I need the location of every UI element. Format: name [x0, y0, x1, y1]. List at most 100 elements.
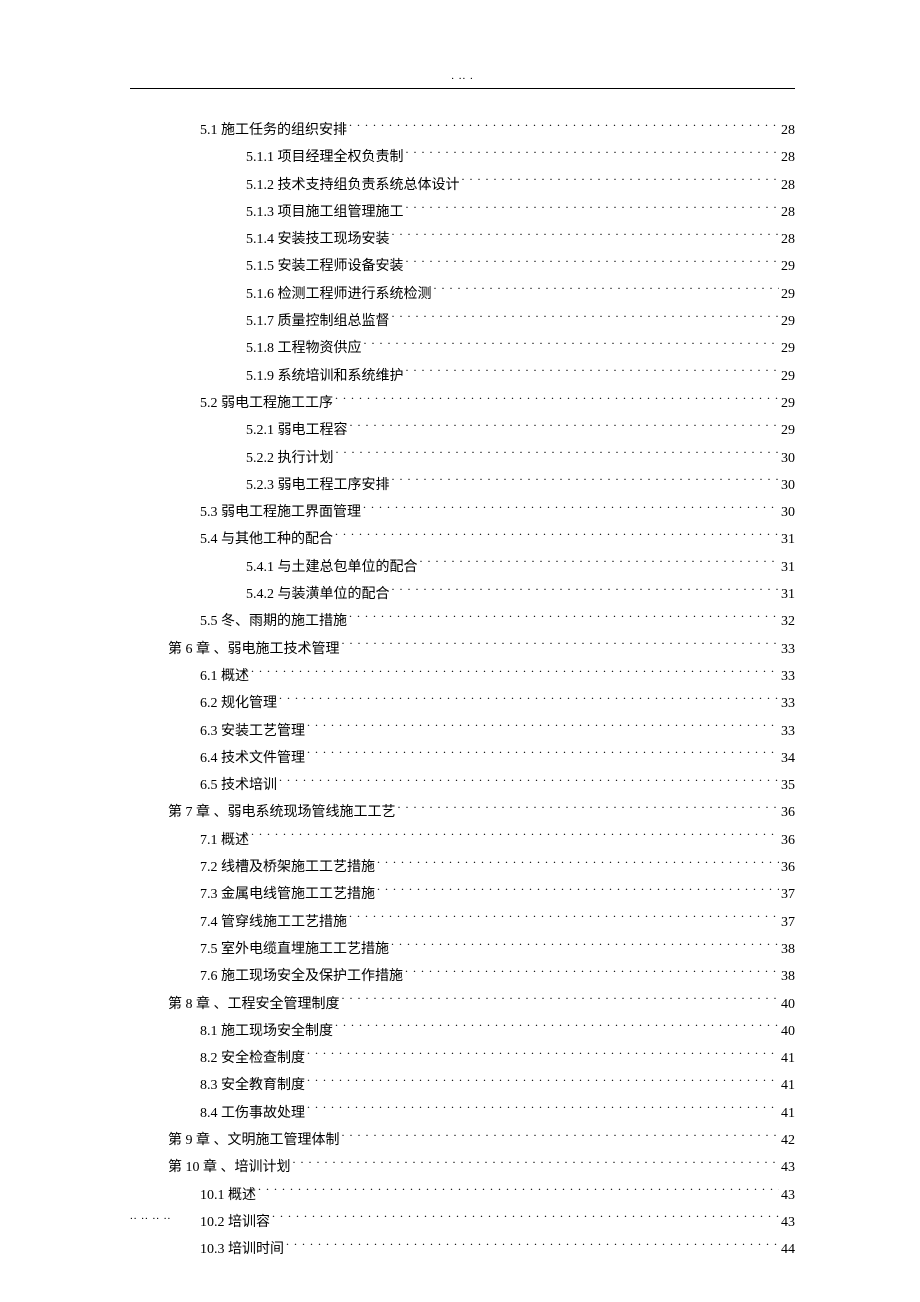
toc-leader-dots — [279, 775, 779, 789]
toc-entry-page: 41 — [781, 1100, 795, 1127]
header-dots: . .. . — [130, 70, 795, 88]
toc-leader-dots — [307, 1075, 779, 1089]
toc-entry-page: 29 — [781, 308, 795, 335]
toc-leader-dots — [342, 1130, 780, 1144]
toc-leader-dots — [363, 502, 779, 516]
toc-entry: 7.3 金属电线管施工工艺措施37 — [168, 881, 795, 908]
toc-entry-page: 31 — [781, 554, 795, 581]
toc-leader-dots — [364, 338, 780, 352]
toc-leader-dots — [307, 721, 779, 735]
toc-entry: 5.4 与其他工种的配合31 — [168, 526, 795, 553]
toc-entry-page: 29 — [781, 363, 795, 390]
toc-entry: 10.1 概述43 — [168, 1182, 795, 1209]
toc-leader-dots — [335, 1021, 779, 1035]
toc-entry-label: 5.1.8 工程物资供应 — [246, 335, 362, 362]
toc-entry-page: 28 — [781, 117, 795, 144]
toc-entry-page: 42 — [781, 1127, 795, 1154]
toc-entry: 6.1 概述33 — [168, 663, 795, 690]
toc-entry-label: 5.1.5 安装工程师设备安装 — [246, 253, 404, 280]
toc-leader-dots — [258, 1185, 779, 1199]
toc-entry-label: 7.1 概述 — [200, 827, 249, 854]
toc-leader-dots — [406, 256, 780, 270]
toc-leader-dots — [336, 448, 780, 462]
toc-entry-label: 5.1 施工任务的组织安排 — [200, 117, 347, 144]
toc-entry-page: 44 — [781, 1236, 795, 1263]
toc-entry-label: 6.4 技术文件管理 — [200, 745, 305, 772]
toc-entry: 7.4 管穿线施工工艺措施37 — [168, 909, 795, 936]
toc-entry-label: 5.1.4 安装技工现场安装 — [246, 226, 390, 253]
toc-entry-page: 33 — [781, 718, 795, 745]
toc-entry-page: 28 — [781, 199, 795, 226]
toc-entry: 5.1.8 工程物资供应 29 — [168, 335, 795, 362]
toc-leader-dots — [342, 994, 780, 1008]
toc-entry-page: 33 — [781, 690, 795, 717]
toc-leader-dots — [398, 802, 780, 816]
toc-entry-label: 5.2 弱电工程施工工序 — [200, 390, 333, 417]
toc-leader-dots — [307, 1048, 779, 1062]
toc-entry-page: 28 — [781, 172, 795, 199]
toc-entry-label: 5.2.2 执行计划 — [246, 445, 334, 472]
toc-leader-dots — [350, 420, 780, 434]
toc-entry-page: 33 — [781, 663, 795, 690]
toc-entry-label: 第 7 章 、弱电系统现场管线施工工艺 — [168, 799, 396, 826]
toc-entry-label: 7.6 施工现场安全及保护工作措施 — [200, 963, 403, 990]
toc-entry-label: 5.1.1 项目经理全权负责制 — [246, 144, 404, 171]
header-rule — [130, 88, 795, 89]
toc-entry-page: 29 — [781, 417, 795, 444]
toc-entry: 第 8 章 、工程安全管理制度40 — [168, 991, 795, 1018]
toc-leader-dots — [391, 939, 779, 953]
toc-entry-label: 6.3 安装工艺管理 — [200, 718, 305, 745]
toc-entry-page: 37 — [781, 909, 795, 936]
toc-entry: 8.1 施工现场安全制度40 — [168, 1018, 795, 1045]
toc-entry: 7.1 概述 36 — [168, 827, 795, 854]
toc-entry: 5.1.3 项目施工组管理施工28 — [168, 199, 795, 226]
toc-entry-label: 6.5 技术培训 — [200, 772, 277, 799]
toc-entry-page: 28 — [781, 144, 795, 171]
toc-entry-page: 43 — [781, 1182, 795, 1209]
toc-entry-label: 5.1.2 技术支持组负责系统总体设计 — [246, 172, 460, 199]
toc-entry-label: 5.4.1 与土建总包单位的配合 — [246, 554, 418, 581]
toc-leader-dots — [251, 666, 779, 680]
toc-leader-dots — [406, 202, 780, 216]
toc-entry: 5.1.6 检测工程师进行系统检测29 — [168, 281, 795, 308]
toc-entry: 7.2 线槽及桥架施工工艺措施36 — [168, 854, 795, 881]
toc-entry-page: 36 — [781, 827, 795, 854]
toc-leader-dots — [420, 557, 780, 571]
toc-entry: 5.1.9 系统培训和系统维护29 — [168, 363, 795, 390]
toc-entry: 5.4.1 与土建总包单位的配合 31 — [168, 554, 795, 581]
toc-entry-label: 5.4.2 与装潢单位的配合 — [246, 581, 390, 608]
toc-entry-page: 36 — [781, 799, 795, 826]
toc-leader-dots — [392, 311, 780, 325]
toc-entry: 5.4.2 与装潢单位的配合31 — [168, 581, 795, 608]
toc-entry: 5.2.2 执行计划 30 — [168, 445, 795, 472]
toc-entry-page: 29 — [781, 335, 795, 362]
toc-entry-label: 第 9 章 、文明施工管理体制 — [168, 1127, 340, 1154]
toc-entry: 5.5 冬、雨期的施工措施32 — [168, 608, 795, 635]
toc-leader-dots — [377, 857, 779, 871]
toc-entry: 5.1.2 技术支持组负责系统总体设计 28 — [168, 172, 795, 199]
toc-entry-label: 5.3 弱电工程施工界面管理 — [200, 499, 361, 526]
toc-entry: 5.1.4 安装技工现场安装28 — [168, 226, 795, 253]
toc-entry: 8.2 安全检查制度41 — [168, 1045, 795, 1072]
toc-entry-page: 36 — [781, 854, 795, 881]
toc-entry-label: 第 6 章 、弱电施工技术管理 — [168, 636, 340, 663]
toc-entry: 6.3 安装工艺管理 33 — [168, 718, 795, 745]
toc-leader-dots — [349, 611, 779, 625]
toc-entry: 第 6 章 、弱电施工技术管理33 — [168, 636, 795, 663]
toc-leader-dots — [349, 912, 779, 926]
toc-entry: 8.3 安全教育制度41 — [168, 1072, 795, 1099]
toc-entry-page: 30 — [781, 472, 795, 499]
toc-leader-dots — [392, 229, 780, 243]
toc-entry: 5.2.1 弱电工程容 29 — [168, 417, 795, 444]
toc-entry-page: 31 — [781, 526, 795, 553]
toc-entry: 6.5 技术培训35 — [168, 772, 795, 799]
toc-entry: 第 10 章 、培训计划43 — [168, 1154, 795, 1181]
toc-entry-label: 5.2.1 弱电工程容 — [246, 417, 348, 444]
toc-leader-dots — [392, 475, 780, 489]
toc-entry-page: 40 — [781, 991, 795, 1018]
toc-leader-dots — [286, 1239, 779, 1253]
toc-entry-page: 30 — [781, 445, 795, 472]
toc-entry-label: 8.1 施工现场安全制度 — [200, 1018, 333, 1045]
toc-entry-label: 8.3 安全教育制度 — [200, 1072, 305, 1099]
toc-entry: 8.4 工伤事故处理41 — [168, 1100, 795, 1127]
